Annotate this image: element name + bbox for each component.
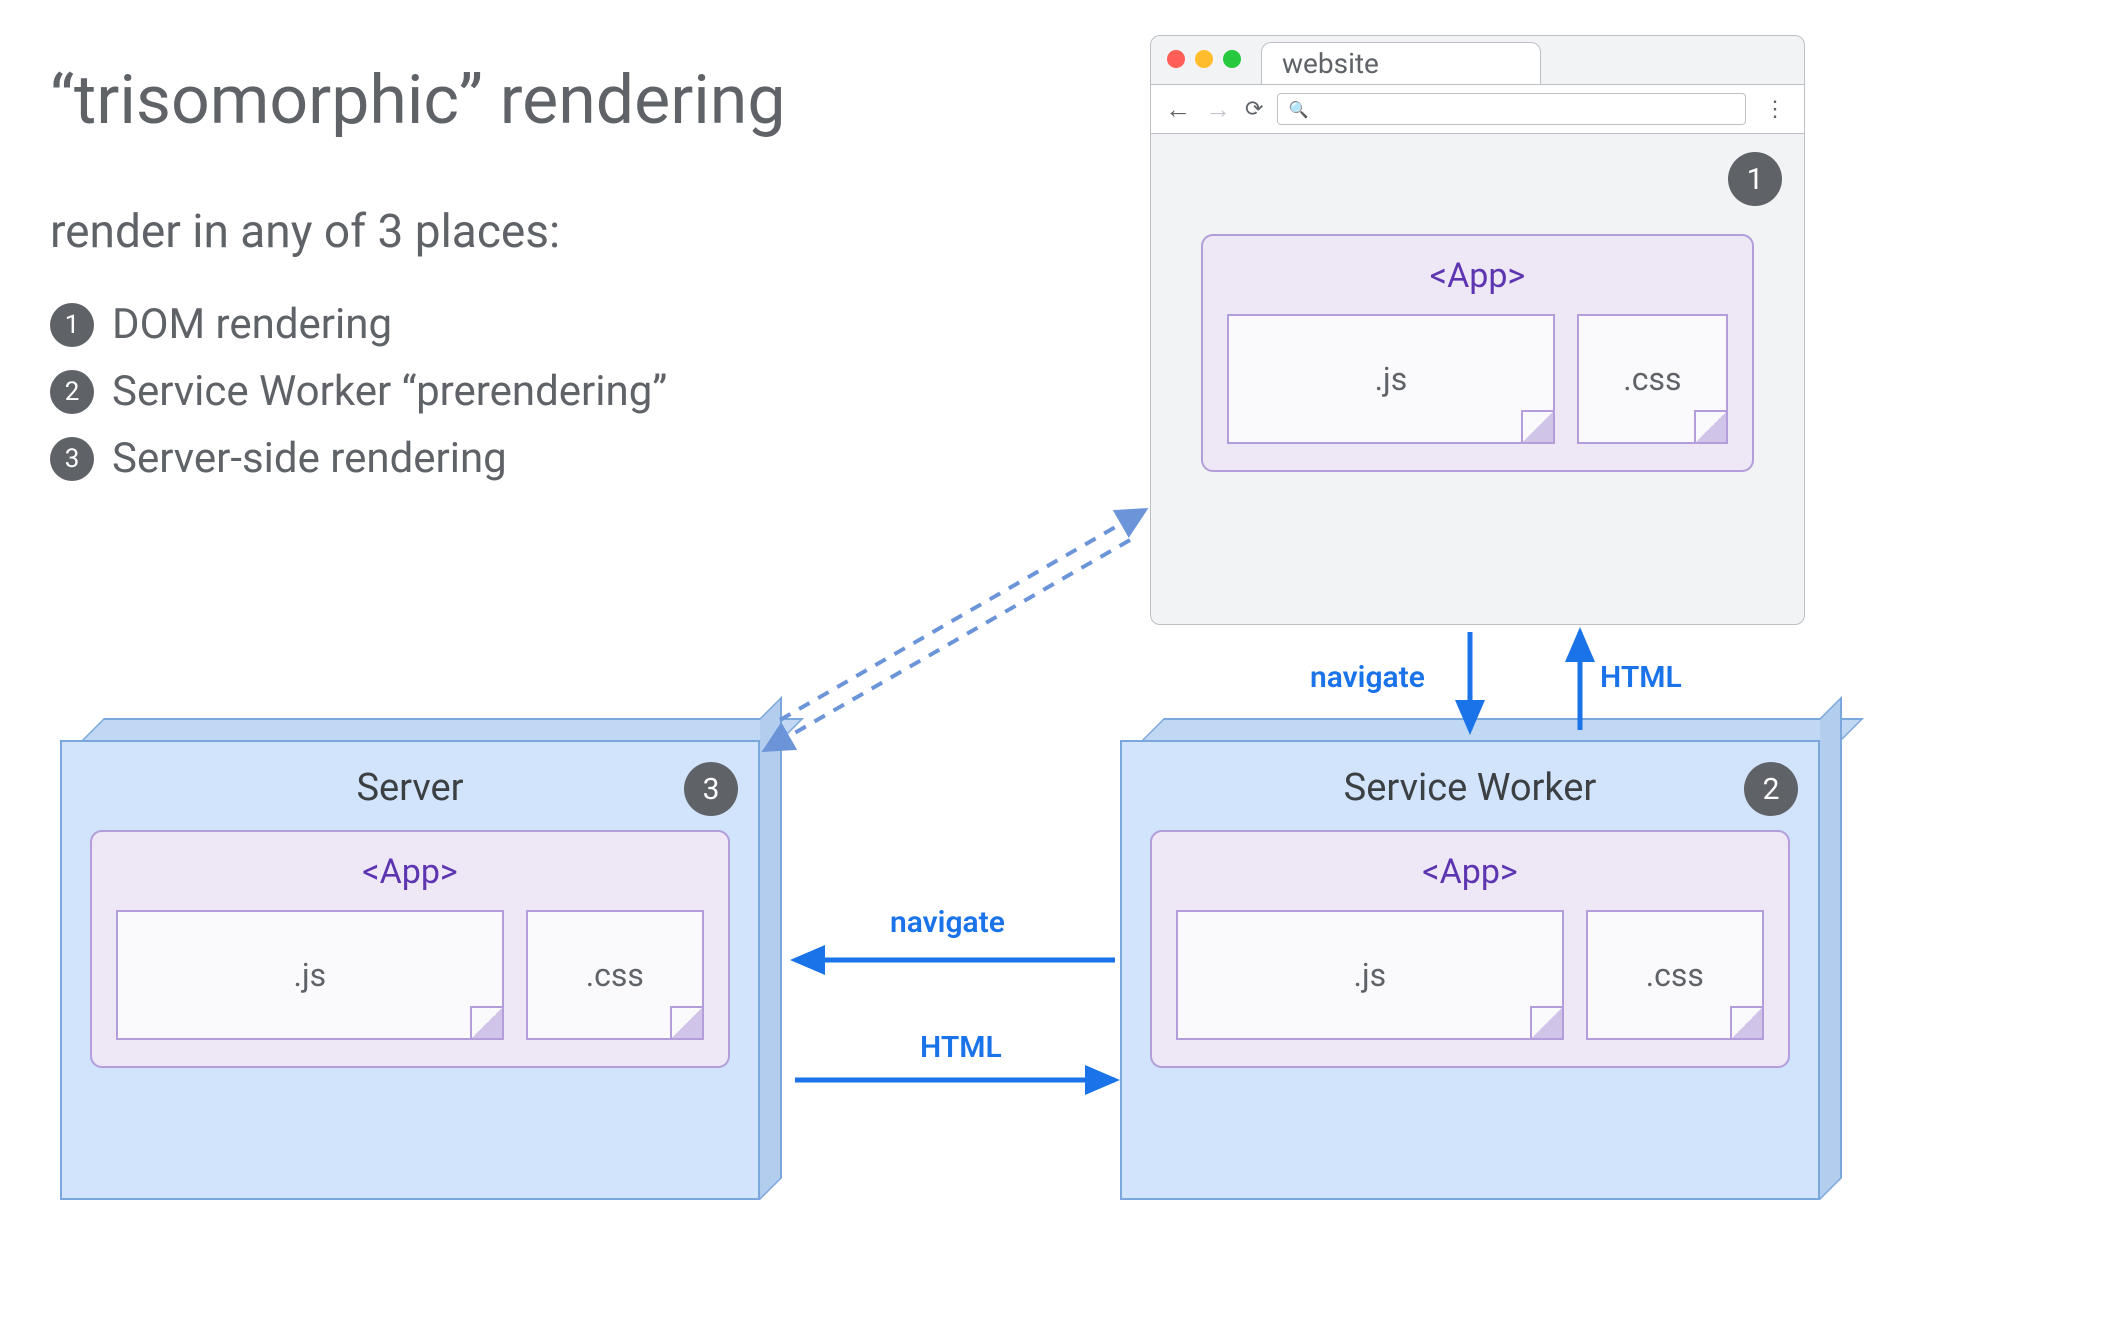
browser-viewport: 1 <App> .js .css (1151, 134, 1804, 624)
url-bar: 🔍 (1277, 93, 1746, 125)
dogear-icon (670, 1006, 702, 1038)
list-item-label: Server-side rendering (112, 434, 507, 483)
app-box-browser: <App> .js .css (1201, 234, 1754, 472)
file-label: .js (1375, 360, 1408, 398)
file-row: .js .css (116, 910, 704, 1040)
diagram-title: “trisomorphic” rendering (50, 60, 786, 140)
app-label: <App> (116, 852, 704, 892)
badge-sw: 2 (1744, 762, 1798, 816)
panel-title: Service Worker (1150, 766, 1790, 810)
arrow-dashed-browser-to-server (765, 540, 1130, 750)
back-icon: ← (1165, 94, 1191, 125)
file-label: .js (1354, 956, 1387, 994)
file-label: .css (1646, 956, 1704, 994)
service-worker-panel: Service Worker 2 <App> .js .css (1120, 740, 1820, 1200)
maximize-icon (1223, 50, 1241, 68)
minimize-icon (1195, 50, 1213, 68)
list-item: 3 Server-side rendering (50, 434, 667, 483)
close-icon (1167, 50, 1185, 68)
arrow-label-html-up: HTML (1600, 660, 1682, 695)
badge-browser: 1 (1728, 152, 1782, 206)
bullet-number: 1 (50, 303, 94, 347)
browser-window: website ← → ⟳ 🔍 ⋮ 1 <App> .js .css (1150, 35, 1805, 625)
panel-face: Service Worker 2 <App> .js .css (1120, 740, 1820, 1200)
list-item: 2 Service Worker “prerendering” (50, 367, 667, 416)
browser-tab: website (1261, 42, 1541, 84)
panel-title: Server (90, 766, 730, 810)
places-list: 1 DOM rendering 2 Service Worker “preren… (50, 300, 667, 501)
file-js: .js (1227, 314, 1555, 444)
reload-icon: ⟳ (1245, 97, 1263, 122)
diagram-subtitle: render in any of 3 places: (50, 205, 560, 259)
search-icon: 🔍 (1288, 100, 1308, 119)
file-label: .css (1623, 360, 1681, 398)
panel-3d-side (760, 696, 782, 1200)
forward-icon: → (1205, 94, 1231, 125)
list-item-label: Service Worker “prerendering” (112, 367, 667, 416)
browser-toolbar: ← → ⟳ 🔍 ⋮ (1151, 84, 1804, 134)
dogear-icon (470, 1006, 502, 1038)
panel-3d-top (82, 718, 804, 740)
file-css: .css (526, 910, 704, 1040)
server-panel: Server 3 <App> .js .css (60, 740, 760, 1200)
file-label: .js (294, 956, 327, 994)
panel-3d-top (1142, 718, 1864, 740)
arrow-label-html-right: HTML (920, 1030, 1002, 1065)
dogear-icon (1730, 1006, 1762, 1038)
browser-titlebar: website (1151, 36, 1804, 84)
bullet-number: 2 (50, 370, 94, 414)
panel-face: Server 3 <App> .js .css (60, 740, 760, 1200)
bullet-number: 3 (50, 437, 94, 481)
file-js: .js (1176, 910, 1564, 1040)
list-item: 1 DOM rendering (50, 300, 667, 349)
dogear-icon (1521, 410, 1553, 442)
app-label: <App> (1227, 256, 1728, 296)
traffic-lights (1167, 50, 1241, 68)
app-label: <App> (1176, 852, 1764, 892)
list-item-label: DOM rendering (112, 300, 392, 349)
badge-server: 3 (684, 762, 738, 816)
file-row: .js .css (1227, 314, 1728, 444)
file-css: .css (1586, 910, 1764, 1040)
dogear-icon (1694, 410, 1726, 442)
file-row: .js .css (1176, 910, 1764, 1040)
app-box-server: <App> .js .css (90, 830, 730, 1068)
dogear-icon (1530, 1006, 1562, 1038)
file-label: .css (586, 956, 644, 994)
panel-3d-side (1820, 696, 1842, 1200)
arrow-label-navigate-left: navigate (890, 905, 1005, 940)
menu-icon: ⋮ (1760, 97, 1790, 122)
arrow-label-navigate-down: navigate (1310, 660, 1425, 695)
file-css: .css (1577, 314, 1728, 444)
app-box-sw: <App> .js .css (1150, 830, 1790, 1068)
arrow-dashed-server-to-browser (780, 510, 1145, 720)
file-js: .js (116, 910, 504, 1040)
